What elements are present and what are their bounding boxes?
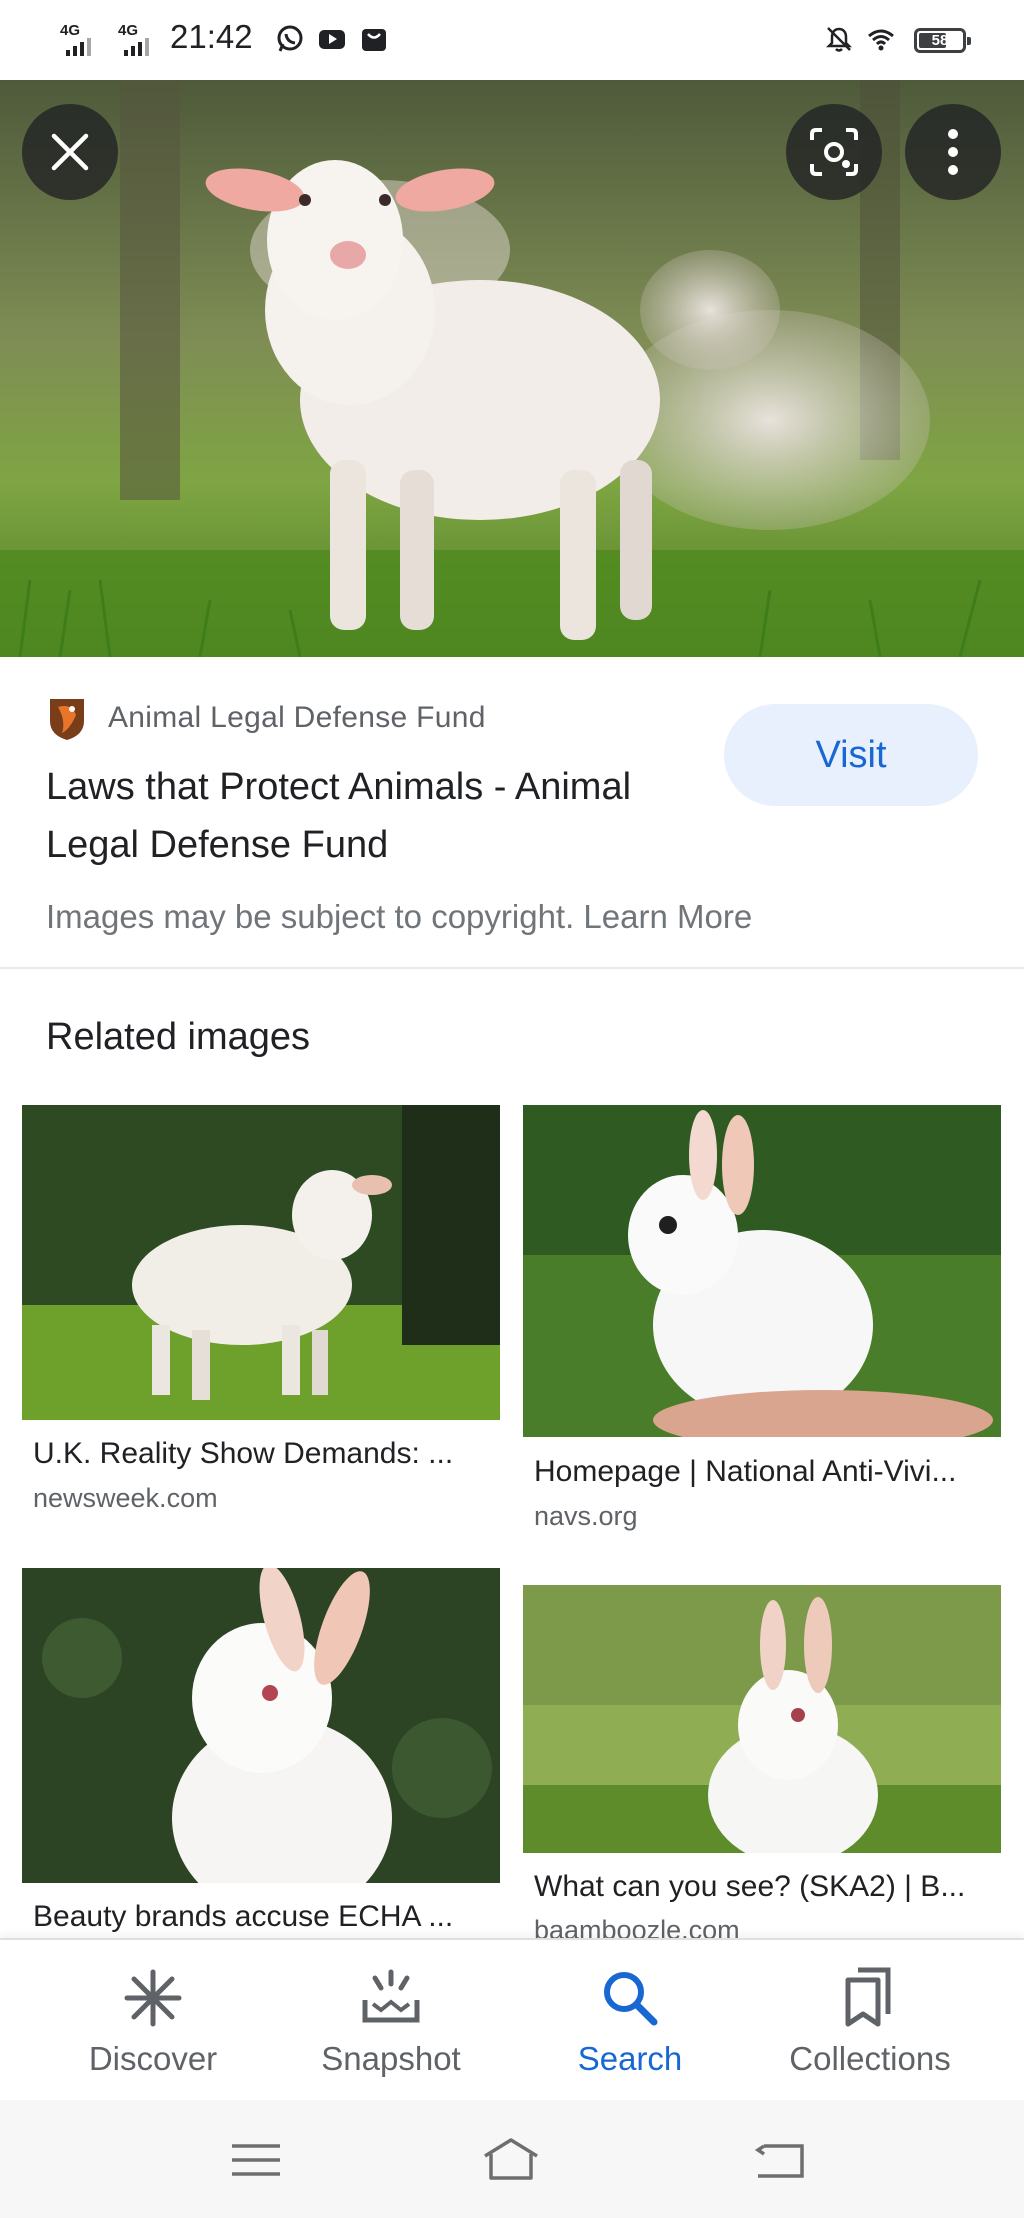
lens-button[interactable]: [786, 104, 882, 200]
signal-icon: [66, 38, 91, 56]
bottom-navigation: Discover Snapshot Search Collections: [0, 1938, 1024, 2100]
nav-search[interactable]: Search: [510, 1940, 750, 2102]
related-image: [22, 1105, 500, 1420]
asterisk-icon: [124, 1969, 182, 2027]
shopping-icon: [362, 29, 386, 51]
network-type-2: 4G: [118, 22, 139, 39]
nav-snapshot[interactable]: Snapshot: [271, 1940, 511, 2102]
nav-label: Collections: [789, 2040, 951, 2077]
nav-label: Snapshot: [321, 2040, 461, 2077]
related-image-card[interactable]: U.K. Reality Show Demands: ... newsweek.…: [22, 1105, 500, 1525]
source-logo: [50, 699, 84, 740]
related-image: [22, 1568, 500, 1883]
related-image-title: What can you see? (SKA2) | B...: [534, 1870, 966, 1903]
copyright-notice[interactable]: Images may be subject to copyright. Lear…: [46, 898, 752, 936]
related-image-card[interactable]: What can you see? (SKA2) | B... baambooz…: [523, 1585, 1001, 1945]
lens-icon: [810, 128, 858, 176]
rabbit-thumbnail: [22, 1568, 500, 1883]
related-image-card[interactable]: Beauty brands accuse ECHA ...: [22, 1568, 500, 1938]
rabbit-thumbnail: [523, 1585, 1001, 1853]
mute-icon: [825, 27, 853, 52]
nav-label: Discover: [88, 2040, 218, 2077]
snapshot-icon: [362, 1969, 420, 2023]
related-image: [523, 1105, 1001, 1437]
related-image-title: U.K. Reality Show Demands: ...: [33, 1437, 454, 1470]
related-image-domain: navs.org: [534, 1501, 638, 1531]
status-bar: 4G 4G 21:42 58: [0, 0, 1024, 80]
related-image-card[interactable]: Homepage | National Anti-Vivi... navs.or…: [523, 1105, 1001, 1545]
search-icon: [604, 1972, 658, 2026]
signal-icon: [124, 38, 149, 56]
related-images-heading: Related images: [46, 1016, 311, 1058]
result-title[interactable]: Laws that Protect Animals - Animal Legal…: [46, 758, 646, 874]
close-icon: [51, 133, 89, 171]
related-image-domain: newsweek.com: [33, 1483, 218, 1513]
more-vert-icon: [948, 129, 958, 175]
close-button[interactable]: [22, 104, 118, 200]
hero-image[interactable]: [0, 80, 1024, 657]
lamb-thumbnail: [22, 1105, 500, 1420]
battery-icon: 58: [914, 28, 971, 53]
wifi-icon: [868, 29, 894, 51]
home-icon[interactable]: [481, 2130, 541, 2190]
nav-label: Search: [577, 2040, 683, 2077]
youtube-icon: [319, 30, 345, 49]
back-icon[interactable]: [750, 2130, 810, 2190]
network-type-1: 4G: [60, 22, 81, 39]
rabbit-thumbnail: [523, 1105, 1001, 1437]
source-row[interactable]: Animal Legal Defense Fund: [46, 695, 486, 741]
related-image-title: Homepage | National Anti-Vivi...: [534, 1455, 957, 1488]
collections-icon: [845, 1967, 891, 2027]
related-image-title: Beauty brands accuse ECHA ...: [33, 1900, 454, 1933]
nav-discover[interactable]: Discover: [33, 1940, 273, 2102]
source-name: Animal Legal Defense Fund: [108, 701, 486, 734]
recent-apps-icon[interactable]: [226, 2130, 286, 2190]
battery-percent: 58: [931, 32, 949, 49]
related-image: [523, 1585, 1001, 1853]
status-time: 21:42: [170, 18, 253, 55]
divider: [0, 967, 1024, 969]
visit-button[interactable]: Visit: [724, 704, 978, 806]
more-options-button[interactable]: [905, 104, 1001, 200]
system-navigation-bar: [0, 2100, 1024, 2218]
whatsapp-icon: [277, 25, 303, 52]
nav-collections[interactable]: Collections: [750, 1940, 990, 2102]
